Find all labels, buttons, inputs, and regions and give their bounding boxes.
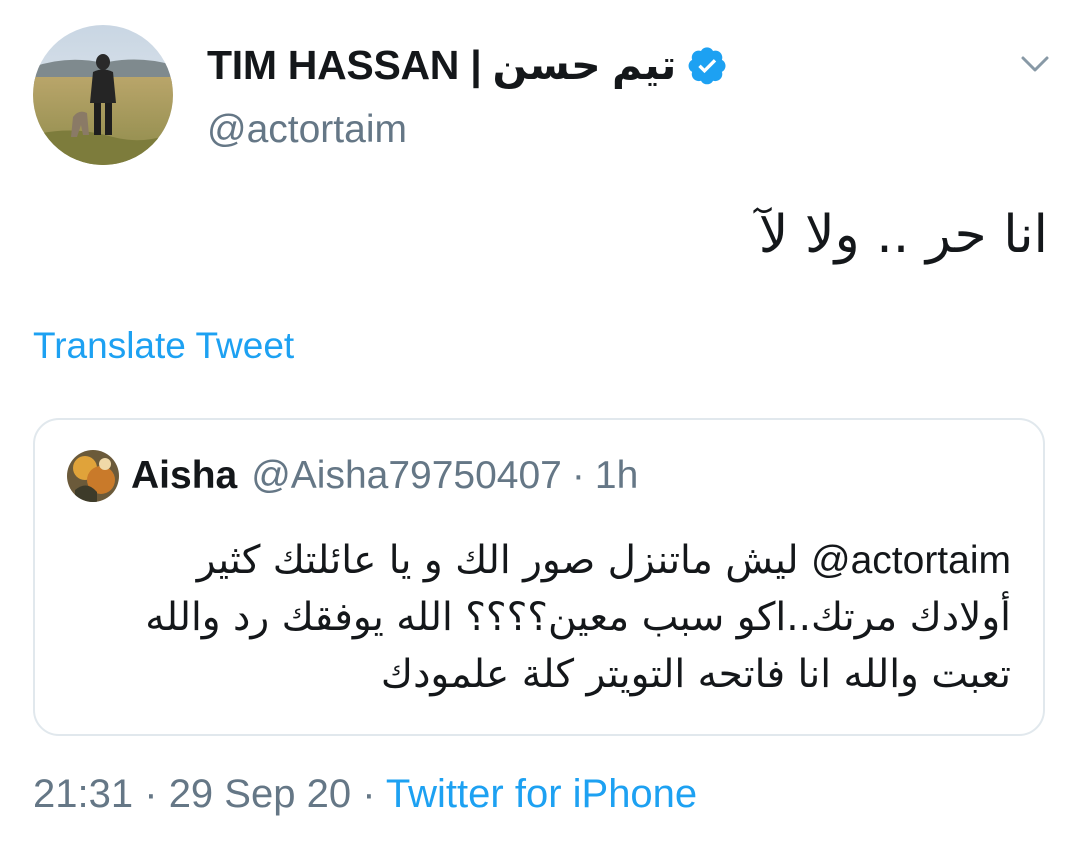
tweet-date[interactable]: 29 Sep 20 bbox=[169, 772, 351, 816]
author-avatar[interactable] bbox=[33, 25, 173, 165]
tweet-detail: TIM HASSAN | تيم حسن @actortaim انا حر .… bbox=[0, 0, 1080, 849]
quoted-tweet-header: Aisha @Aisha79750407 · 1h bbox=[131, 450, 638, 502]
header-separator: · bbox=[571, 454, 585, 497]
tweet-time[interactable]: 21:31 bbox=[33, 772, 133, 816]
tweet-meta: 21:31 · 29 Sep 20 · Twitter for iPhone bbox=[33, 772, 697, 817]
quoted-tweet-text: @actortaim ليش ماتنزل صور الك و يا عائلت… bbox=[111, 532, 1011, 703]
quoted-author-avatar bbox=[67, 450, 119, 502]
avatar-photo bbox=[33, 25, 173, 165]
meta-separator-2: · bbox=[362, 772, 376, 816]
tweet-source-link[interactable]: Twitter for iPhone bbox=[386, 772, 697, 816]
translate-tweet-link[interactable]: Translate Tweet bbox=[33, 325, 294, 367]
quoted-mention[interactable]: @actortaim bbox=[811, 539, 1011, 582]
tweet-text: انا حر .. ولا لآ bbox=[758, 205, 1048, 265]
quoted-tweet-time: 1h bbox=[594, 454, 639, 497]
author-handle[interactable]: @actortaim bbox=[207, 108, 407, 152]
quoted-tweet-card[interactable]: Aisha @Aisha79750407 · 1h @actortaim ليش… bbox=[33, 418, 1045, 736]
quoted-author-handle: @Aisha79750407 bbox=[251, 454, 562, 497]
quoted-author-name: Aisha bbox=[131, 454, 238, 497]
chevron-down-icon[interactable] bbox=[1020, 52, 1050, 76]
verified-badge-icon bbox=[688, 45, 728, 85]
author-display-name: TIM HASSAN | تيم حسن bbox=[207, 42, 677, 88]
meta-separator: · bbox=[144, 772, 158, 816]
author-name[interactable]: TIM HASSAN | تيم حسن bbox=[207, 40, 728, 90]
